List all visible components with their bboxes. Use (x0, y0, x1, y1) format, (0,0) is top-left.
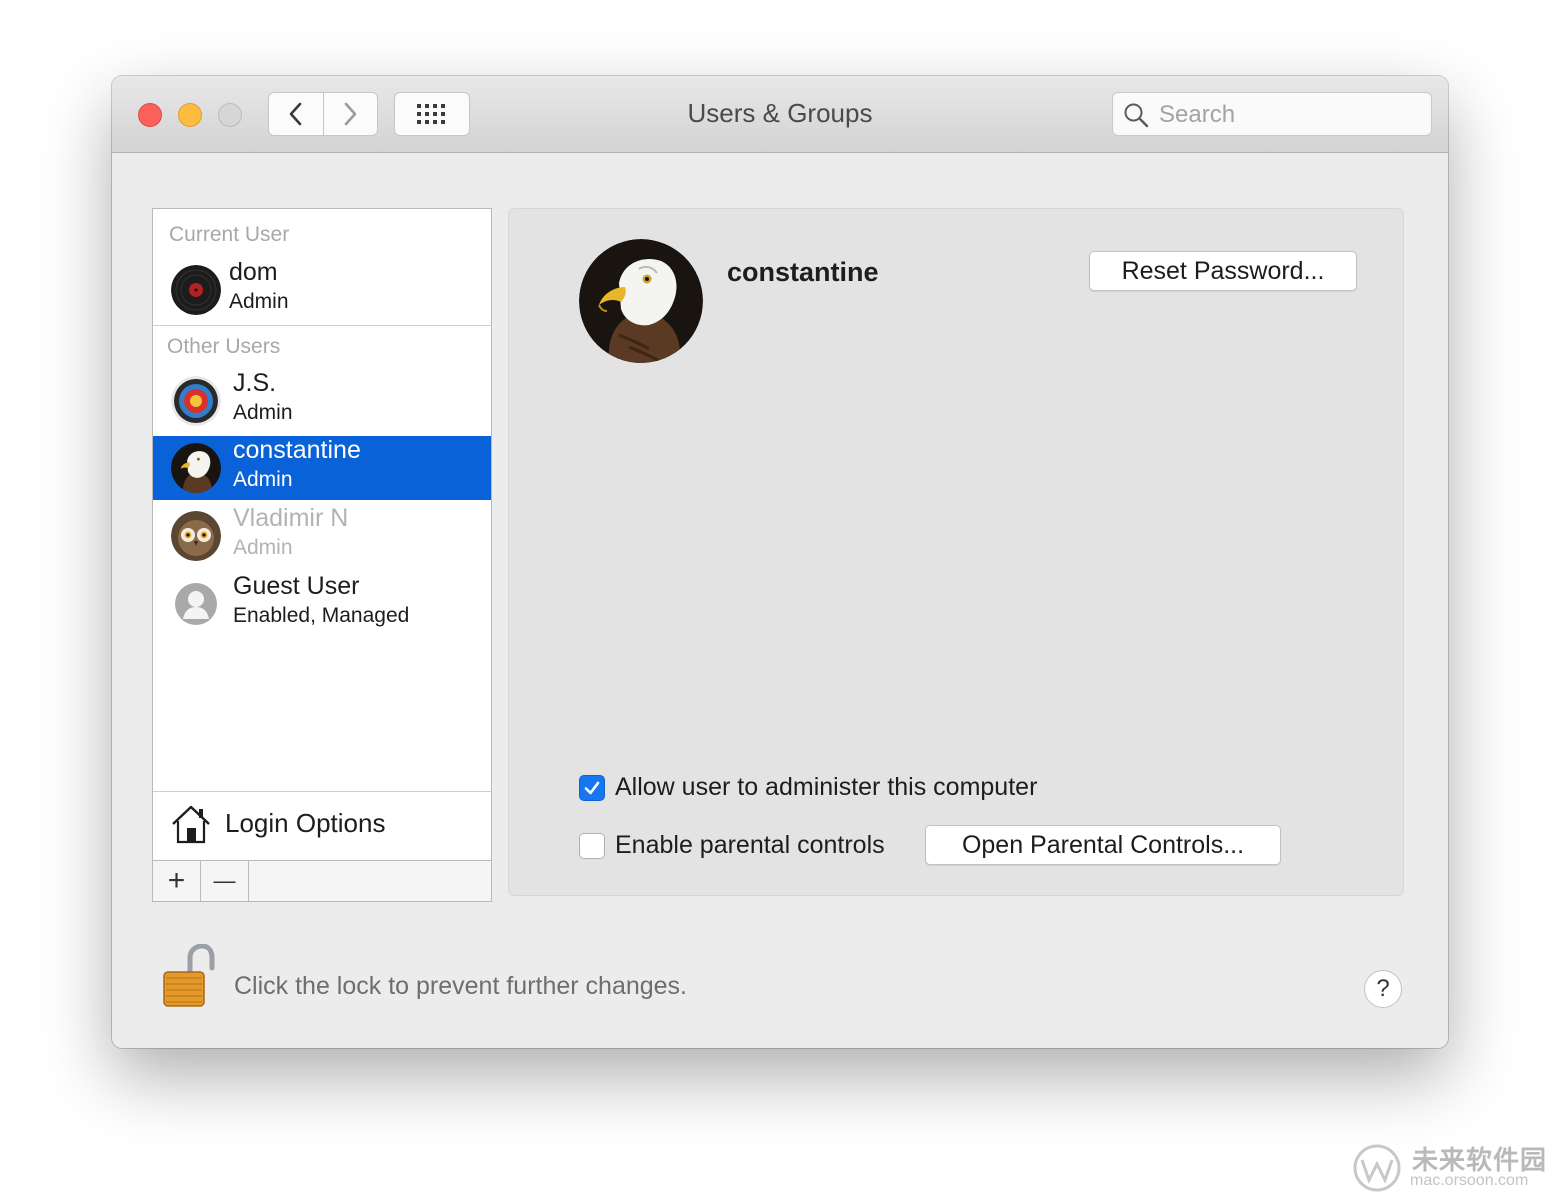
search-icon (1124, 103, 1149, 128)
user-role: Admin (229, 290, 289, 313)
avatar (171, 265, 221, 315)
avatar (171, 579, 221, 629)
user-name: Vladimir N (233, 504, 349, 532)
user-row-guest[interactable]: Guest User Enabled, Managed (153, 572, 491, 636)
allow-admin-checkbox[interactable] (579, 774, 605, 801)
user-picture[interactable] (579, 239, 703, 363)
watermark: 未来软件园 mac.orsoon.com (1352, 1140, 1552, 1194)
watermark-url: mac.orsoon.com (1410, 1172, 1529, 1189)
reset-password-button[interactable]: Reset Password... (1089, 251, 1357, 291)
remove-user-button[interactable]: — (201, 861, 249, 901)
user-row-vladimir[interactable]: Vladimir N Admin (153, 504, 491, 568)
parental-controls-checkbox[interactable] (579, 832, 605, 859)
user-row-constantine[interactable]: constantine Admin (153, 436, 491, 500)
other-users-header: Other Users (167, 335, 281, 358)
divider (153, 325, 491, 326)
user-row-js[interactable]: J.S. Admin (153, 369, 491, 433)
add-user-button[interactable]: + (153, 861, 201, 901)
user-name: J.S. (233, 369, 277, 397)
login-options-row[interactable]: Login Options (153, 791, 491, 860)
user-name: constantine (233, 436, 361, 464)
help-button[interactable]: ? (1364, 970, 1402, 1008)
search-input[interactable] (1157, 99, 1421, 131)
avatar (171, 376, 221, 426)
house-icon (172, 805, 210, 844)
user-detail-pane: constantine Reset Password... Allow user… (508, 208, 1404, 896)
search-field[interactable] (1112, 92, 1432, 136)
bald-eagle-icon (579, 239, 703, 363)
user-role: Admin (233, 401, 293, 424)
lock-button[interactable] (160, 943, 216, 1015)
user-row-dom[interactable]: dom Admin (153, 258, 491, 322)
generic-person-icon (175, 583, 217, 625)
open-parental-controls-button[interactable]: Open Parental Controls... (925, 825, 1281, 865)
user-list: Current User dom Admin Other Users J.S. … (152, 208, 492, 902)
user-name: Guest User (233, 572, 360, 600)
user-role: Enabled, Managed (233, 604, 410, 627)
lock-status-text: Click the lock to prevent further change… (234, 972, 688, 1000)
users-groups-window: Users & Groups Current User dom (112, 76, 1448, 1048)
list-toolbar: + — (153, 860, 491, 901)
unlocked-padlock-icon (163, 943, 215, 1007)
user-name: dom (229, 258, 278, 286)
owl-icon (171, 511, 221, 561)
user-role: Admin (233, 468, 293, 491)
parental-controls-row: Enable parental controls (579, 831, 885, 860)
checkmark-icon (584, 781, 600, 794)
parental-controls-label: Enable parental controls (615, 831, 885, 859)
allow-admin-label: Allow user to administer this computer (615, 773, 1038, 801)
user-role: Admin (233, 536, 293, 559)
vinyl-record-icon (171, 265, 221, 315)
watermark-logo-icon (1353, 1144, 1401, 1192)
detail-user-name: constantine (727, 257, 879, 287)
archery-target-icon (171, 376, 221, 426)
current-user-header: Current User (169, 223, 290, 246)
bald-eagle-icon (171, 443, 221, 493)
allow-admin-row: Allow user to administer this computer (579, 773, 1037, 802)
avatar (171, 443, 221, 493)
titlebar: Users & Groups (112, 76, 1448, 153)
login-options-label: Login Options (225, 808, 386, 838)
avatar (171, 511, 221, 561)
